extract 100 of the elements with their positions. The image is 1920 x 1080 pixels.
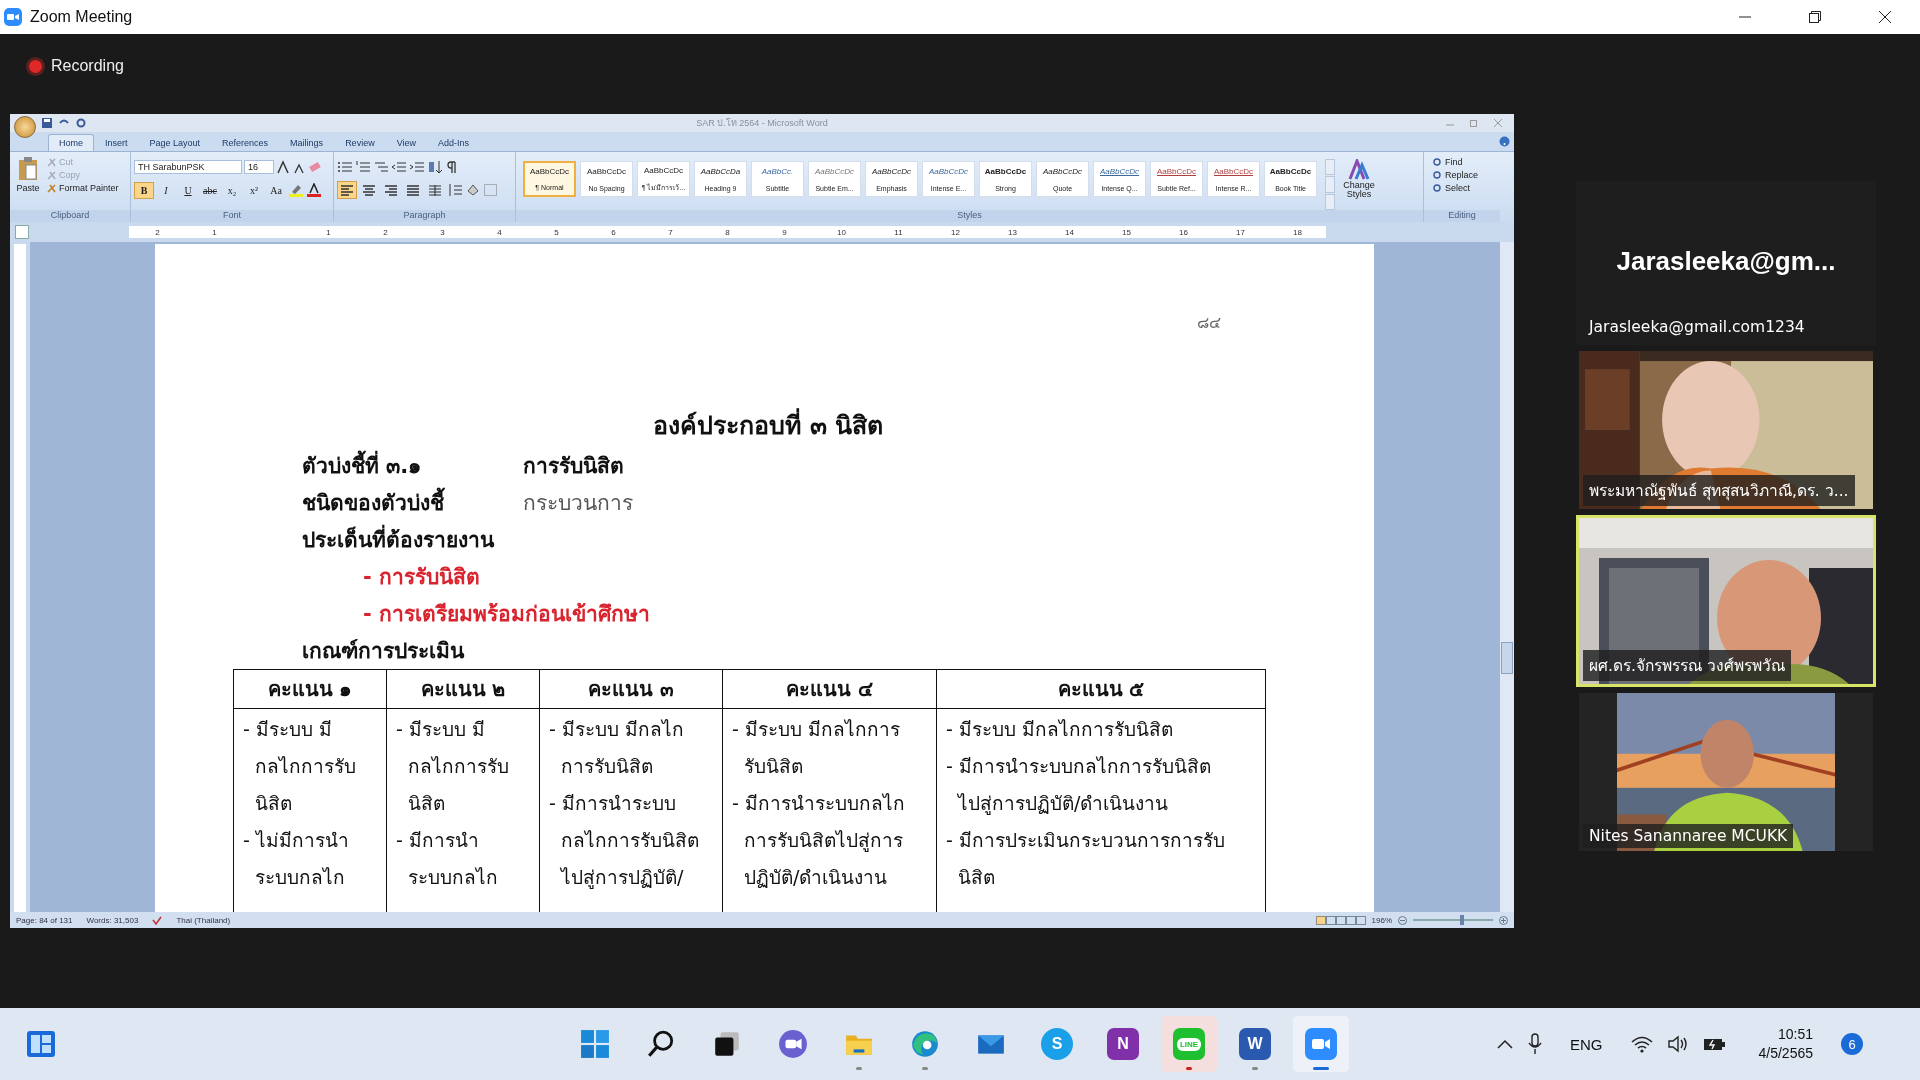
multilevel-list-icon[interactable] [373, 160, 389, 174]
redo-icon[interactable] [76, 118, 86, 128]
column-header: คะแนน ๕ [937, 670, 1265, 709]
ribbon-tab[interactable]: Insert [94, 134, 139, 151]
taskbar-button[interactable]: W [1227, 1016, 1283, 1072]
widgets-icon[interactable] [26, 1030, 56, 1058]
tab-selector[interactable] [15, 225, 29, 239]
column-header: คะแนน ๔ [723, 670, 937, 709]
field-value: กระบวนการ [523, 490, 633, 517]
ribbon-tab[interactable]: Page Layout [138, 134, 212, 151]
language-label[interactable]: Thai (Thailand) [176, 915, 231, 925]
editing-item[interactable]: Replace [1433, 170, 1491, 180]
participant-tile[interactable]: Jarasleeka@gm... Jarasleeka@gmail.com1234 [1576, 181, 1876, 345]
grow-font-icon[interactable] [276, 160, 290, 174]
format-button[interactable]: U [178, 181, 198, 199]
group-label: Styles [516, 210, 1423, 222]
speaker-icon[interactable] [1666, 1035, 1689, 1053]
video-tile[interactable]: Nites Sanannaree MCUKK [1576, 690, 1876, 854]
format-button[interactable]: x₂ [222, 181, 242, 199]
ribbon-tab[interactable]: References [211, 134, 280, 151]
cell-text: - มีการนำระบบกลไก การรับนิสิตไปสู่การ ปฏิบัติ/ดำเนินงาน [732, 791, 905, 890]
clock-date[interactable]: 4/5/2565 [1758, 1044, 1813, 1063]
bullets-icon[interactable] [337, 160, 353, 174]
format-button[interactable]: x² [244, 181, 264, 199]
font-size-field[interactable]: 16 [244, 160, 274, 174]
section-heading: ประเด็นที่ต้องรายงาน [302, 523, 494, 556]
editing-item[interactable]: Select [1433, 183, 1491, 193]
restore-icon[interactable] [1470, 119, 1478, 127]
decrease-indent-icon[interactable] [391, 160, 407, 174]
format-button[interactable]: B [134, 181, 154, 199]
ribbon-tab[interactable]: Mailings [279, 134, 335, 151]
cell-text: - มีการนำ ระบบกลไก [396, 828, 498, 890]
numbering-icon[interactable] [355, 160, 371, 174]
pilcrow-icon[interactable] [445, 160, 459, 174]
close-icon[interactable] [1494, 119, 1502, 127]
proofing-icon[interactable] [152, 915, 163, 925]
paragraph-button[interactable] [337, 181, 357, 199]
cell-text: - มีการนำระบบกลไกการรับนิสิต ไปสู่การปฏิบัติ/ดำเนินงาน [946, 754, 1211, 817]
microphone-icon[interactable] [1528, 1033, 1542, 1055]
word-icon: W [1239, 1028, 1271, 1060]
help-icon[interactable] [1499, 136, 1510, 147]
format-button[interactable]: Aa [266, 181, 286, 199]
zoom-out-icon[interactable] [1398, 915, 1407, 925]
cell-text: - มีระบบ มีกลไกการ รับนิสิต [732, 717, 900, 779]
column-header: คะแนน ๑ [234, 670, 387, 709]
sort-icon[interactable] [427, 160, 443, 174]
ribbon-tab[interactable]: Review [334, 134, 386, 151]
editing-item[interactable]: Find [1433, 157, 1491, 167]
video-tile[interactable]: พระมหาณัฐพันธ์ สุทสุสนวิภาณี,ดร. ว... [1576, 348, 1876, 512]
zoom-thumb[interactable] [1460, 915, 1465, 925]
format-button[interactable]: I [156, 181, 176, 199]
column-header: คะแนน ๓ [540, 670, 723, 709]
taskbar-button[interactable]: N [1095, 1016, 1151, 1072]
notification-badge[interactable]: 6 [1841, 1033, 1863, 1055]
cell-text: - มีระบบ มี กลไกการรับ นิสิต [396, 717, 509, 816]
ribbon-tab[interactable]: View [385, 134, 427, 151]
zoom-level[interactable]: 196% [1371, 915, 1392, 925]
page-count[interactable]: Page: 84 of 131 [16, 915, 73, 925]
line-spacing-icon[interactable] [447, 183, 463, 197]
ribbon-tab[interactable]: Add-Ins [427, 134, 481, 151]
participant-label: Nites Sanannaree MCUKK [1583, 824, 1794, 848]
camera-icon [1305, 1028, 1337, 1060]
distributed-icon [427, 183, 443, 197]
column-header: คะแนน ๒ [387, 670, 540, 709]
word-count[interactable]: Words: 31,503 [86, 915, 139, 925]
highlighter-icon[interactable] [288, 183, 304, 197]
change-styles-button[interactable]: Change Styles [1339, 155, 1379, 210]
start-icon [580, 1029, 610, 1059]
video-tile[interactable]: ผศ.ดร.จักรพรรณ วงศ์พรพวัณ [1576, 515, 1876, 687]
input-language[interactable]: ENG [1570, 1035, 1603, 1053]
office-button[interactable] [14, 116, 36, 138]
cell-text: - มีการประเมินกระบวนการการรับ นิสิต [946, 828, 1225, 890]
view-buttons-drawing[interactable] [1315, 915, 1366, 925]
shading-icon[interactable] [465, 183, 481, 197]
paste-button[interactable]: Paste [13, 155, 43, 210]
font-color-icon[interactable] [306, 183, 322, 197]
chevron-up-icon[interactable] [1496, 1038, 1514, 1050]
format-button[interactable]: abc [200, 181, 220, 199]
task-view-icon [712, 1029, 742, 1059]
section-heading: เกณฑ์การประเมิน [302, 638, 464, 665]
document-title: SAR ป.โท 2564 - Microsoft Word [696, 118, 828, 128]
ruler: 2 1 1 2 3 4 5 6 7 8 9 10 11 12 13 14 15 16 17 18 [129, 226, 1326, 238]
save-icon[interactable] [42, 118, 52, 128]
font-name-field[interactable]: TH SarabunPSK [134, 160, 242, 174]
zoom-in-icon[interactable] [1499, 915, 1508, 925]
group-label: Paragraph [334, 210, 515, 222]
skype-icon: S [1041, 1028, 1073, 1060]
close-icon [1879, 11, 1891, 23]
clipboard-icon [18, 157, 38, 181]
clipboard-item[interactable]: Format Painter [47, 183, 119, 193]
field-label: ตัวบ่งชี้ที่ ๓.๑ [302, 449, 523, 482]
wifi-icon[interactable] [1630, 1035, 1653, 1053]
window-title: Zoom Meeting [30, 8, 133, 26]
clock-time[interactable]: 10:51 [1777, 1025, 1813, 1044]
scrollbar[interactable] [1500, 242, 1514, 912]
ribbon-tab[interactable]: Home [48, 134, 94, 151]
group-label: Clipboard [10, 210, 130, 222]
cell-text: - มีระบบ มี กลไกการรับ นิสิต [243, 717, 356, 816]
participant-name: Jarasleeka@gm... [1616, 246, 1836, 277]
cell-text: - มีระบบ มีกลไก การรับนิสิต [549, 717, 684, 779]
